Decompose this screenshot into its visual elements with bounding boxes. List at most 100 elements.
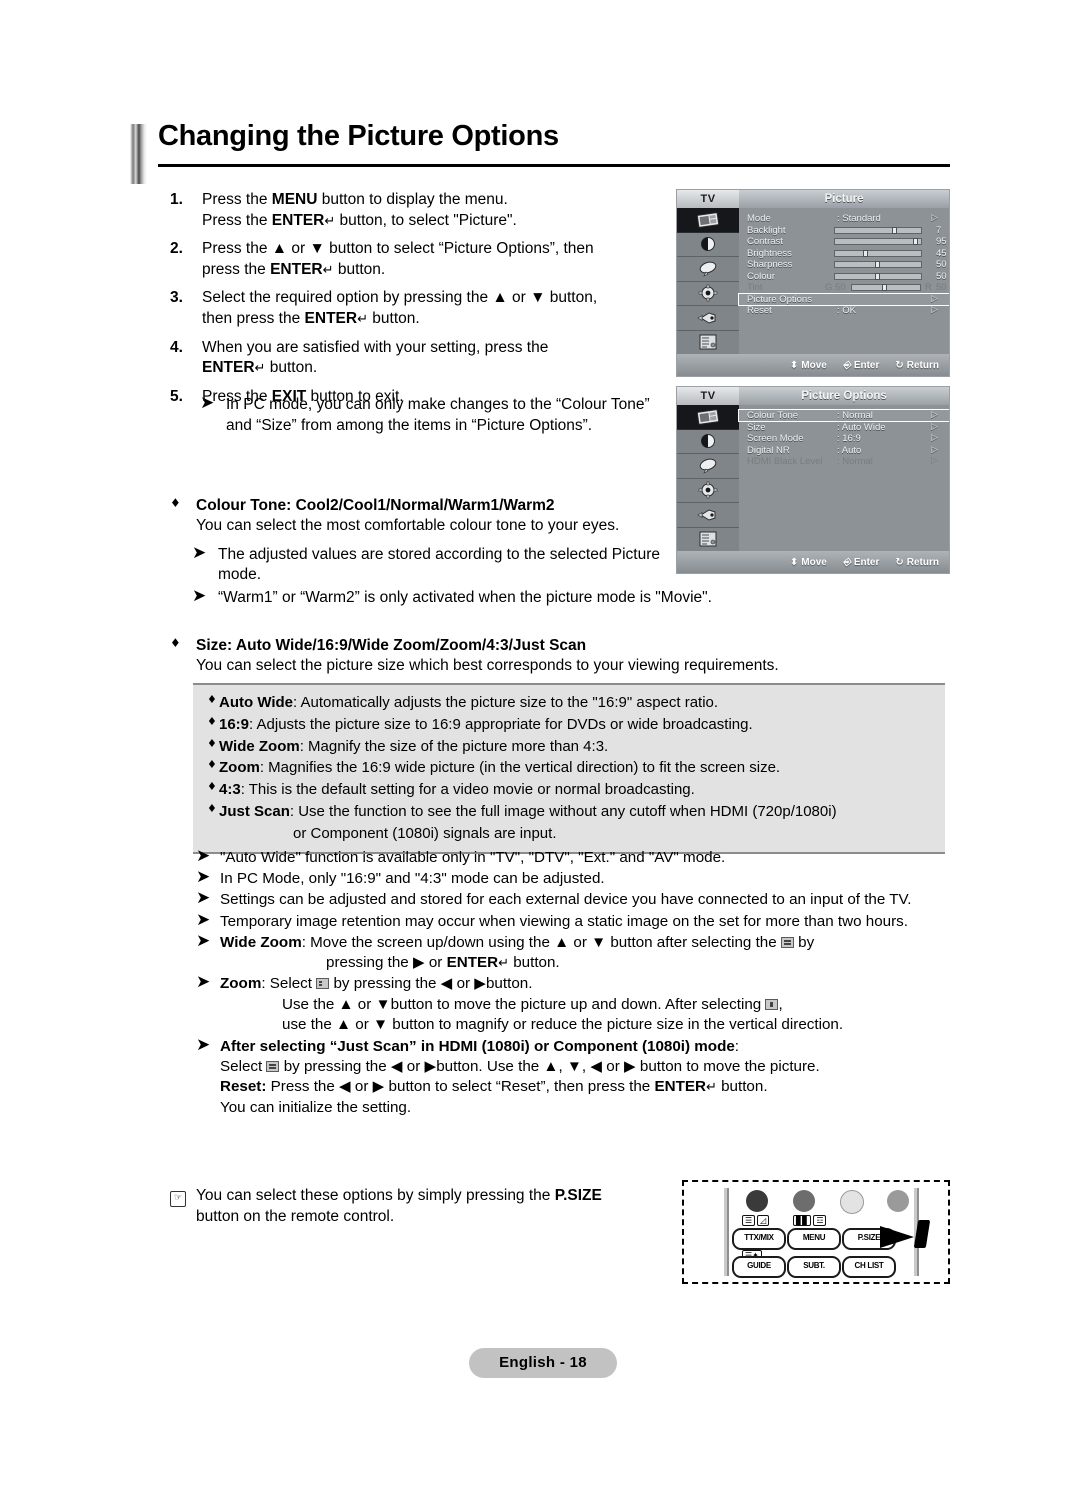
note-just-scan: ➤ After selecting “Just Scan” in HDMI (1… xyxy=(196,1036,956,1118)
note-text: After selecting “Just Scan” in HDMI (108… xyxy=(220,1037,956,1118)
osd-row-sharpness[interactable]: Sharpness 50 xyxy=(739,259,949,270)
title-accent-bar xyxy=(130,124,147,184)
note-text: Temporary image retention may occur when… xyxy=(220,912,908,930)
note-image-retention: ➤ Temporary image retention may occur wh… xyxy=(196,911,956,932)
osd-footer-enter: ⎆ Enter xyxy=(842,556,880,568)
remote-button-guide[interactable]: GUIDE xyxy=(732,1256,786,1278)
osd-icon-list[interactable] xyxy=(677,528,739,552)
arrow-bullet-icon: ➤ xyxy=(196,972,211,993)
osd-row-contrast[interactable]: Contrast 95 xyxy=(739,236,949,247)
note-text: "Auto Wide" function is available only i… xyxy=(220,849,726,866)
osd-row-colour-tone[interactable]: Colour Tone : Normal ▷ xyxy=(738,409,949,422)
arrow-bullet-icon: ➤ xyxy=(192,586,207,606)
ttx-mix-symbol-icon: ☰ ◿ xyxy=(742,1215,770,1226)
osd-row-mode[interactable]: Mode : Standard ▷ xyxy=(739,213,949,224)
remote-dot-blue[interactable] xyxy=(887,1190,909,1212)
return-arrow-icon: ↻ xyxy=(895,556,904,568)
chevron-right-icon: ▷ xyxy=(931,433,938,443)
osd-slider[interactable] xyxy=(834,272,922,280)
note-comma: , xyxy=(778,995,783,1013)
osd-icon-setup[interactable] xyxy=(677,479,739,503)
note-colon: : xyxy=(734,1037,740,1055)
pc-mode-note: ➤ In PC mode, you can only make changes … xyxy=(200,394,660,436)
remote-button-chlist[interactable]: CH LIST xyxy=(842,1256,896,1278)
remote-dot-yellow[interactable] xyxy=(840,1190,864,1214)
osd-icon-sound[interactable] xyxy=(677,430,739,454)
diamond-bullet-icon: ♦ xyxy=(207,780,217,793)
osd-row-digital-nr[interactable]: Digital NR : Auto ▷ xyxy=(739,445,949,456)
note-text: Zoom: Select by pressing the ◀ or ▶butto… xyxy=(220,974,956,1035)
osd-picture-menu: TV Picture Mode: Standard ▷ Backlight 7… xyxy=(676,189,950,377)
remote-dot-red[interactable] xyxy=(746,1190,768,1212)
size-option-text: 4:3: This is the default setting for a v… xyxy=(219,779,945,801)
osd-icon-setup[interactable] xyxy=(677,282,739,306)
osd-row-colour[interactable]: Colour 50 xyxy=(739,271,949,282)
osd-row-screen-mode[interactable]: Screen Mode : 16:9 ▷ xyxy=(739,433,949,444)
osd-row-label: Reset xyxy=(747,305,772,316)
remote-button-menu[interactable]: MENU xyxy=(787,1228,841,1250)
menu-symbol-icon: ▊▊ ☲ xyxy=(793,1215,827,1226)
osd-row-label: Backlight xyxy=(747,224,786,236)
step-text: Press the ▲ or ▼ button to select “Pictu… xyxy=(202,240,594,278)
remote-button-ttxmix[interactable]: TTX/MIX xyxy=(732,1228,786,1250)
osd-row-backlight[interactable]: Backlight 7 xyxy=(739,225,949,236)
note-heading: After selecting “Just Scan” in HDMI (108… xyxy=(220,1037,735,1055)
osd-row-picture-options[interactable]: Picture Options ▷ xyxy=(738,292,949,306)
remote-button-subt[interactable]: SUBT. xyxy=(787,1256,841,1278)
remote-dot-green[interactable] xyxy=(793,1190,815,1212)
osd-row-label: Brightness xyxy=(747,247,792,259)
updown-arrow-icon: ⬍ xyxy=(789,359,799,371)
osd-icon-list[interactable] xyxy=(677,331,739,355)
osd-footer-move: ⬍ Move xyxy=(789,556,827,568)
osd-title: Picture Options xyxy=(801,390,887,402)
size-option-term: Wide Zoom xyxy=(219,737,300,755)
psize-button-name: P.SIZE xyxy=(554,1187,602,1204)
size-option-text: Auto Wide: Automatically adjusts the pic… xyxy=(219,692,945,714)
osd-icon-sound[interactable] xyxy=(677,233,739,257)
colour-tone-heading-row: ♦ Colour Tone: Cool2/Cool1/Normal/Warm1/… xyxy=(170,496,670,516)
osd-row-value: : Normal xyxy=(837,456,873,467)
osd-icon-picture[interactable] xyxy=(677,405,739,430)
osd-row-value: : Standard xyxy=(837,213,881,224)
osd-slider[interactable] xyxy=(834,261,922,268)
osd-icon-channel[interactable] xyxy=(677,257,739,282)
remote-left-edge xyxy=(724,1188,729,1276)
psize-note-line2: button on the remote control. xyxy=(196,1207,395,1225)
osd-icon-input[interactable] xyxy=(677,503,739,528)
manual-page: Changing the Picture Options 1. Press th… xyxy=(0,0,1080,1486)
note-body: : Select xyxy=(261,975,312,993)
size-option-text: Just Scan: Use the function to see the f… xyxy=(219,801,945,823)
size-option-item: ♦ Zoom: Magnifies the 16:9 wide picture … xyxy=(193,757,945,779)
note-term: Wide Zoom xyxy=(220,933,302,951)
osd-tint-red-label: R xyxy=(925,282,932,293)
osd-sidebar xyxy=(677,405,739,551)
note-term: Reset: xyxy=(220,1078,267,1096)
osd-row-size[interactable]: Size : Auto Wide ▷ xyxy=(739,422,949,433)
osd-icon-input[interactable] xyxy=(677,306,739,331)
osd-slider[interactable] xyxy=(834,226,922,234)
osd-row-brightness[interactable]: Brightness 45 xyxy=(739,248,949,259)
osd-row-reset[interactable]: Reset : OK ▷ xyxy=(739,305,949,316)
arrow-bullet-icon: ➤ xyxy=(196,867,211,888)
osd-icon-channel[interactable] xyxy=(677,454,739,479)
note-continuation: pressing the ▶ or ENTER↵ button. xyxy=(326,954,560,972)
osd-footer: ⬍ Move ⎆ Enter ↻ Return xyxy=(677,354,949,376)
note-auto-wide-availability: ➤ "Auto Wide" function is available only… xyxy=(196,847,956,868)
osd-row-value: : Auto Wide xyxy=(837,421,886,433)
step-item: 1. Press the MENU button to display the … xyxy=(170,190,650,231)
notes-list: ➤ "Auto Wide" function is available only… xyxy=(196,847,956,1119)
size-options-box: ♦ Auto Wide: Automatically adjusts the p… xyxy=(193,683,945,855)
osd-footer: ⬍ Move ⎆ Enter ↻ Return xyxy=(677,551,949,573)
size-option-item: ♦ Just Scan: Use the function to see the… xyxy=(193,801,945,823)
step-number: 2. xyxy=(170,240,183,258)
osd-footer-enter: ⎆ Enter xyxy=(842,359,880,371)
colour-tone-note-1: ➤ The adjusted values are stored accordi… xyxy=(192,544,670,586)
page-footer-badge: English - 18 xyxy=(469,1348,617,1378)
osd-rows: Colour Tone : Normal ▷ Size : Auto Wide … xyxy=(738,405,949,551)
osd-footer-return: ↻ Return xyxy=(895,359,939,371)
osd-slider[interactable] xyxy=(834,249,922,257)
osd-icon-picture[interactable] xyxy=(677,208,739,233)
chevron-right-icon: ▷ xyxy=(931,213,938,223)
osd-slider[interactable] xyxy=(834,238,922,245)
diamond-bullet-icon: ♦ xyxy=(207,758,217,772)
